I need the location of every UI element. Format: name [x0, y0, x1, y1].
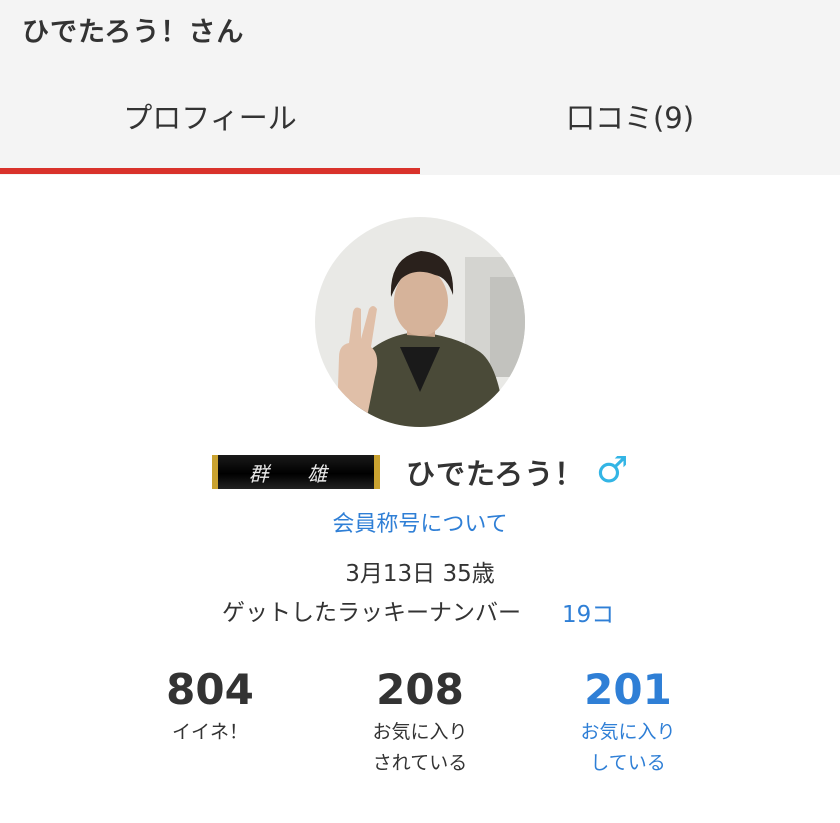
stat-favorited-by-count: 208 [376, 665, 464, 714]
active-tab-indicator [0, 168, 420, 174]
stat-favoriting-count: 201 [584, 665, 672, 714]
stat-favoriting-label-1: お気に入り [580, 721, 676, 743]
stat-likes: 804 イイネ！ [110, 665, 310, 748]
stat-likes-label: イイネ！ [171, 721, 248, 743]
stat-favorited-by-label-2: されている [372, 752, 468, 774]
stat-favoriting[interactable]: 201 お気に入り している [528, 665, 728, 779]
member-title-info-link[interactable]: 会員称号について [0, 506, 840, 538]
username: ひでたろう！ [406, 457, 585, 491]
tab-profile-label: プロフィール [123, 101, 297, 135]
avatar-photo [315, 217, 525, 427]
stat-favoriting-label-2: している [590, 752, 666, 774]
stat-likes-count: 804 [166, 665, 254, 714]
lucky-number-count-link[interactable]: 19コ [562, 595, 614, 629]
tab-reviews-label: 口コミ(9) [565, 101, 695, 135]
lucky-number-label: ゲットしたラッキーナンバー [222, 600, 521, 626]
male-icon: ♂ [596, 450, 629, 491]
stat-favorited-by: 208 お気に入り されている [320, 665, 520, 779]
header: ひでたろう！さん プロフィール 口コミ(9) [0, 0, 840, 175]
tab-profile[interactable]: プロフィール [0, 95, 420, 175]
member-title-badge: 群 雄 [212, 455, 380, 489]
page-title: ひでたろう！さん [22, 17, 245, 48]
avatar [315, 217, 525, 427]
tab-reviews[interactable]: 口コミ(9) [420, 95, 840, 175]
birthday-age: 3月13日 35歳 [345, 561, 495, 587]
stat-favorited-by-label-1: お気に入り [372, 721, 468, 743]
